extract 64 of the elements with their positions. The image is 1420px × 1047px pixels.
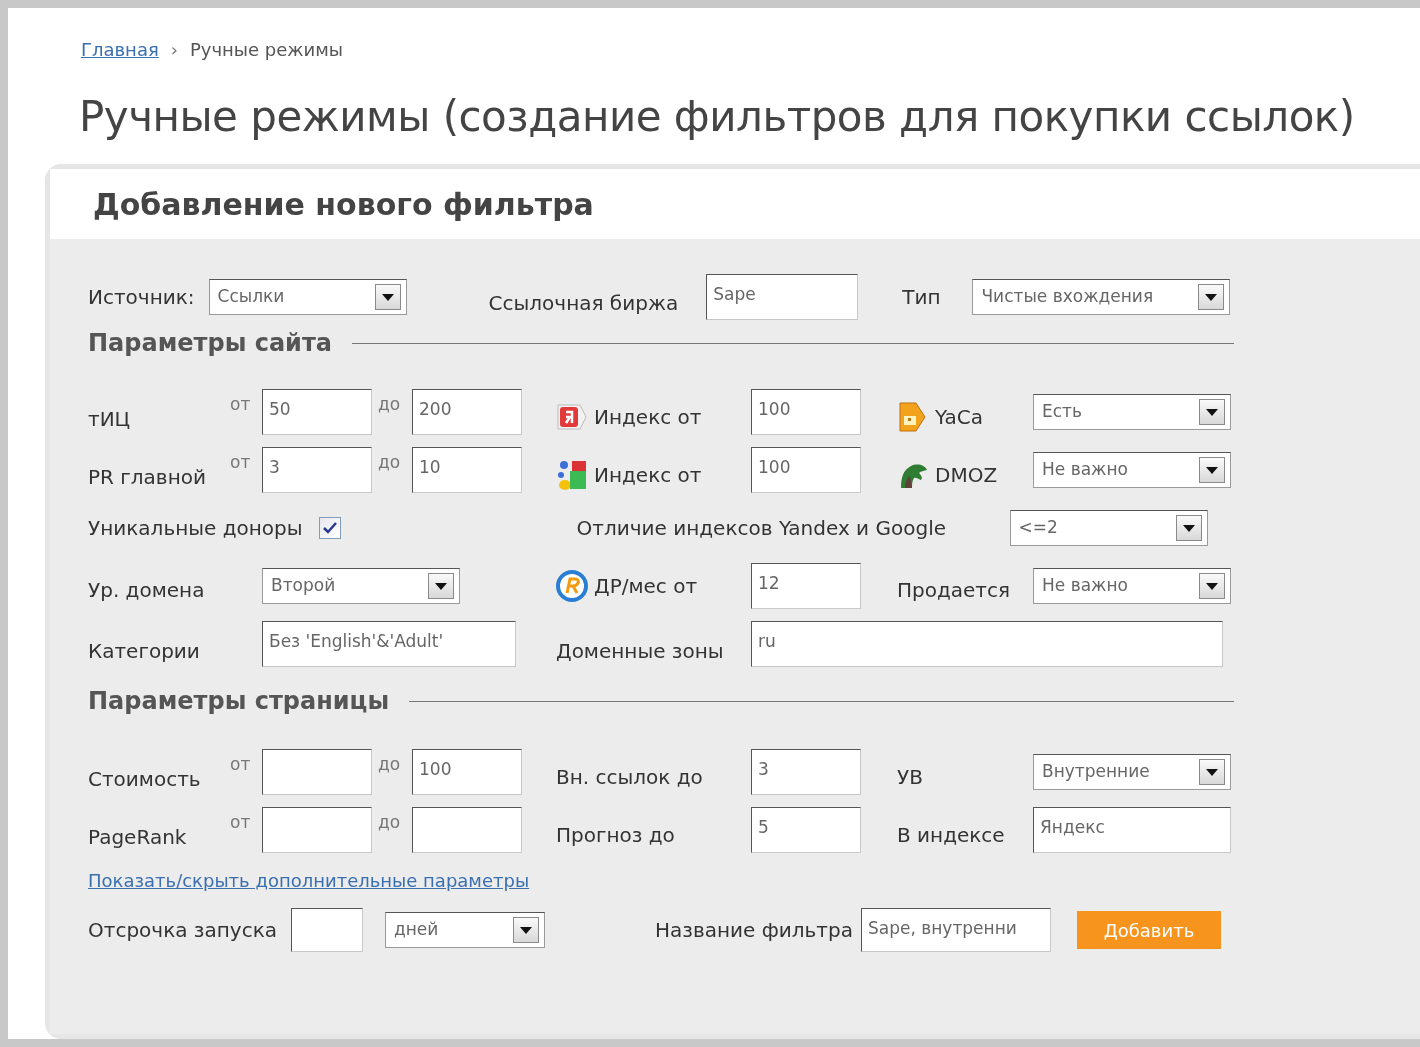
range-label: до [378,394,401,415]
field-label: Стоимость [88,767,201,791]
field-label: УВ [897,764,923,791]
section-title: Параметры страницы [88,686,390,717]
input-field[interactable]: 3 [751,749,861,795]
input-field[interactable]: Sape [706,274,859,320]
select-field[interactable]: Внутренние [1033,754,1231,790]
input-field[interactable]: Sape, внутренни [860,908,1051,952]
select-field[interactable]: Не важно [1033,568,1231,604]
field-label: Продается [897,578,1011,602]
input-field[interactable]: ru [751,621,1223,667]
select-field[interactable]: Второй [262,568,460,604]
field-label: В индексе [897,822,1005,849]
input-field[interactable]: Яндекс [1033,807,1231,853]
range-label: от [230,394,251,415]
select-field[interactable]: дней [384,912,545,948]
range-label: до [378,452,401,473]
input-field[interactable]: 200 [412,389,522,435]
field-label: Уникальные доноры [88,515,303,542]
select-field[interactable]: Не важно [1033,452,1231,488]
field-label: Источник: [88,284,195,311]
field-label: Индекс от [594,404,702,431]
input-field[interactable]: 10 [412,447,522,493]
breadcrumb-link[interactable]: Главная [81,36,159,63]
select-field[interactable]: Ссылки [208,279,407,315]
breadcrumb-current: Ручные режимы [189,38,344,62]
range-label: от [230,812,251,833]
select-field[interactable]: <=2 [1009,510,1208,546]
select-field[interactable]: Чистые вхождения [972,279,1231,315]
breadcrumb-separator: › [170,38,178,62]
field-label: Вн. ссылок до [556,764,703,791]
field-label: YaCa [935,404,983,431]
page-title: Ручные режимы (создание фильтров для покупки ссылок) [78,91,1356,143]
field-label: Доменные зоны [556,639,724,663]
field-label: Ссылочная биржа [488,290,679,317]
input-field[interactable]: 100 [751,447,861,493]
input-field[interactable]: 50 [262,389,372,435]
field-label: Отличие индексов Yandex и Google [576,515,947,542]
input-field[interactable]: 12 [751,563,861,609]
range-label: от [230,754,251,775]
field-label: DMOZ [935,462,998,489]
panel-title: Добавление нового фильтра [93,185,594,224]
field-label: Категории [88,639,200,663]
field-label: Отсрочка запуска [88,917,277,944]
field-label: Тип [902,284,941,311]
range-label: до [378,812,401,833]
field-label: Ур. домена [88,578,205,602]
field-label: Индекс от [594,462,702,489]
field-label: PR главной [88,465,206,489]
section-title: Параметры сайта [88,328,333,359]
select-field[interactable]: Есть [1033,394,1231,430]
range-label: от [230,452,251,473]
field-label: ДР/мес от [594,573,698,600]
field-label: Название фильтра [654,917,853,944]
field-label: PageRank [88,825,187,849]
input-field[interactable]: 3 [262,447,372,493]
input-field[interactable]: Без 'English'&'Adult' [262,621,516,667]
field-label: тИЦ [88,407,131,431]
input-field[interactable]: 100 [412,749,522,795]
range-label: до [378,754,401,775]
input-field[interactable]: 100 [751,389,861,435]
field-label: Прогноз до [556,822,675,849]
toggle-parameters-link[interactable]: Показать/скрыть дополнительные параметры [88,867,530,894]
input-field[interactable]: 5 [751,807,861,853]
